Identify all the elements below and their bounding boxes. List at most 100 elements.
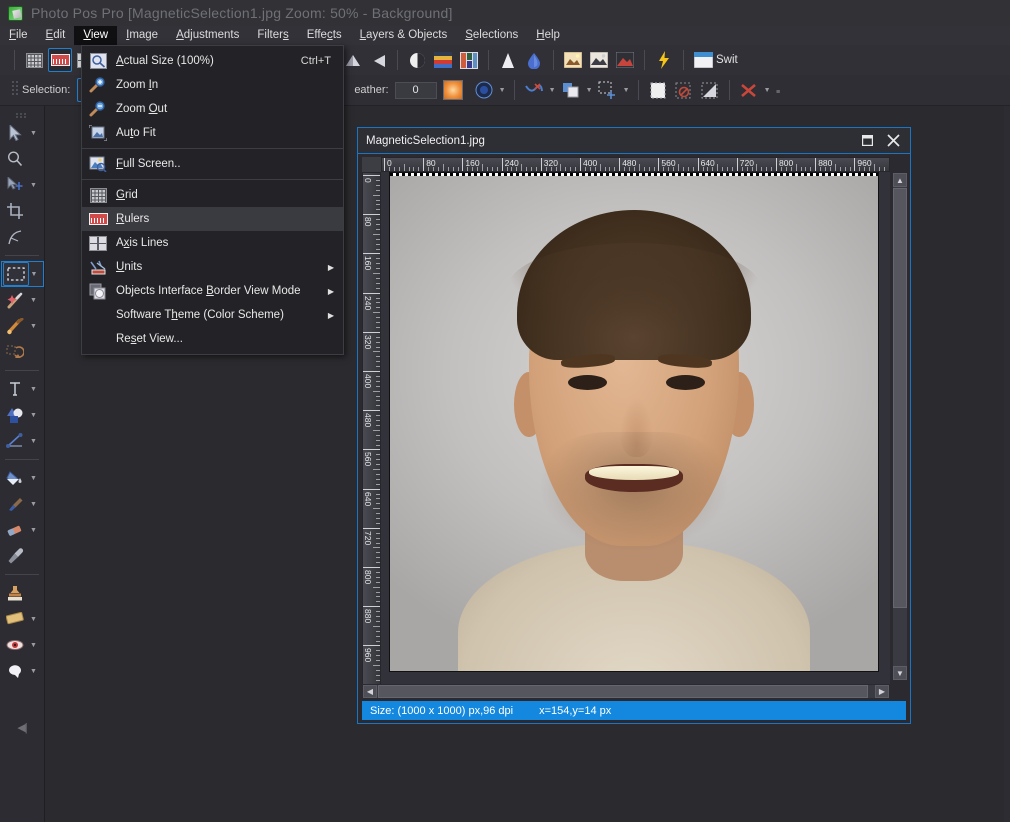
tool-paint-bucket[interactable]: ▼: [0, 465, 44, 491]
deselect-icon[interactable]: [672, 78, 696, 102]
shapes-icon[interactable]: [2, 403, 28, 427]
menu-item-auto-fit[interactable]: Auto Fit: [82, 121, 343, 145]
feather-input[interactable]: 0: [394, 81, 437, 99]
scroll-up-arrow[interactable]: ▲: [893, 173, 907, 187]
crop-icon[interactable]: [2, 199, 28, 223]
selection-combine-icon[interactable]: [559, 78, 583, 102]
tool-transform-selection[interactable]: [0, 339, 44, 365]
tool-eraser-caret[interactable]: ▼: [30, 527, 37, 534]
color-bars-icon[interactable]: [431, 48, 455, 72]
horizontal-scroll-thumb[interactable]: [378, 685, 868, 698]
tool-crop[interactable]: [0, 198, 44, 224]
grid-icon[interactable]: [22, 48, 46, 72]
clear-selection-caret[interactable]: ▼: [762, 79, 773, 101]
scroll-down-arrow[interactable]: ▼: [893, 666, 907, 680]
tool-magic-wand[interactable]: ▼: [0, 287, 44, 313]
tool-object-select[interactable]: ▼: [0, 172, 44, 198]
tool-red-eye-caret[interactable]: ▼: [30, 642, 37, 649]
blur-drop-icon[interactable]: [496, 48, 520, 72]
horizontal-ruler[interactable]: 0 80 160 240 320 400 480 560 640 720 800 880 960: [381, 157, 890, 172]
tool-rect-sel-caret[interactable]: ▼: [31, 271, 38, 278]
magic-wand-icon[interactable]: [2, 288, 28, 312]
canvas-area[interactable]: [381, 172, 890, 697]
menu-item-reset-view[interactable]: Reset View...: [82, 327, 343, 351]
tool-sponge[interactable]: ▼: [0, 606, 44, 632]
window-icon[interactable]: [691, 48, 715, 72]
tool-brush[interactable]: ▼: [0, 491, 44, 517]
selection-style-icon[interactable]: [472, 78, 496, 102]
stamp-icon[interactable]: [2, 581, 28, 605]
anti-alias-caret[interactable]: ▼: [547, 79, 558, 101]
selection-combine-caret[interactable]: ▼: [584, 79, 595, 101]
foreground-color-swatch[interactable]: [442, 80, 463, 100]
tool-text[interactable]: ▼: [0, 376, 44, 402]
marquee-icon[interactable]: [2, 262, 29, 286]
vertical-ruler[interactable]: 0 80 160 240 320 400 480 560 640 720 800 880 960: [362, 172, 381, 697]
menu-file[interactable]: File: [0, 26, 37, 45]
object-move-icon[interactable]: [2, 173, 28, 197]
select-all-icon[interactable]: [646, 78, 670, 102]
clear-selection-icon[interactable]: [737, 78, 761, 102]
switch-workspace-label[interactable]: Swit: [716, 54, 738, 66]
tool-red-eye[interactable]: ▼: [0, 632, 44, 658]
tool-sponge-caret[interactable]: ▼: [30, 616, 37, 623]
transform-selection-icon[interactable]: [2, 340, 28, 364]
toolbox-drag-handle[interactable]: [15, 112, 29, 118]
arrow-cursor-icon[interactable]: [2, 121, 28, 145]
image-effect-icon[interactable]: [561, 48, 585, 72]
scroll-right-arrow[interactable]: ▶: [875, 685, 889, 698]
menu-item-axis-lines[interactable]: Axis Lines: [82, 231, 343, 255]
image-frame-icon[interactable]: [587, 48, 611, 72]
lightning-icon[interactable]: [652, 48, 676, 72]
sponge-icon[interactable]: [2, 607, 28, 631]
tool-eraser[interactable]: ▼: [0, 517, 44, 543]
menu-item-units[interactable]: Units ▶: [82, 255, 343, 279]
water-drop-icon[interactable]: [522, 48, 546, 72]
overflow-caret[interactable]: ≡: [773, 81, 784, 103]
smudge-icon[interactable]: [2, 659, 28, 683]
tool-text-caret[interactable]: ▼: [30, 386, 37, 393]
menu-item-zoom-in[interactable]: Zoom In: [82, 73, 343, 97]
tool-smudge-caret[interactable]: ▼: [30, 668, 37, 675]
move-selection-caret[interactable]: ▼: [621, 79, 632, 101]
menu-item-zoom-out[interactable]: Zoom Out: [82, 97, 343, 121]
tool-magnetic-caret[interactable]: ▼: [30, 323, 37, 330]
tool-eyedropper[interactable]: [0, 543, 44, 569]
menu-layers-objects[interactable]: Layers & Objects: [351, 26, 457, 45]
menu-item-software-theme[interactable]: Software Theme (Color Scheme) ▶: [82, 303, 343, 327]
tool-zoom[interactable]: [0, 146, 44, 172]
selection-style-caret[interactable]: ▼: [497, 79, 508, 101]
vertical-scrollbar[interactable]: ▲ ▼: [892, 172, 908, 681]
menu-effects[interactable]: Effects: [298, 26, 351, 45]
line-node-icon[interactable]: [2, 429, 28, 453]
menu-help[interactable]: Help: [527, 26, 569, 45]
tool-shape-caret[interactable]: ▼: [30, 412, 37, 419]
tool-line-caret[interactable]: ▼: [30, 438, 37, 445]
menu-edit[interactable]: Edit: [37, 26, 75, 45]
red-eye-icon[interactable]: [2, 633, 28, 657]
image-filter-icon[interactable]: [613, 48, 637, 72]
menu-item-rulers[interactable]: Rulers: [82, 207, 343, 231]
tool-brush-caret[interactable]: ▼: [30, 501, 37, 508]
invert-selection-icon[interactable]: [698, 78, 722, 102]
menu-view[interactable]: View: [74, 26, 118, 45]
text-icon[interactable]: [2, 377, 28, 401]
menu-item-actual-size[interactable]: Actual Size (100%) Ctrl+T: [82, 49, 343, 73]
tool-smudge[interactable]: ▼: [0, 658, 44, 684]
tool-line[interactable]: ▼: [0, 428, 44, 454]
tool-curve[interactable]: [0, 224, 44, 250]
contrast-icon[interactable]: [405, 48, 429, 72]
tool-rectangular-selection[interactable]: ▼: [0, 261, 44, 287]
scroll-left-arrow[interactable]: ◀: [363, 685, 377, 698]
eraser-icon[interactable]: [2, 518, 28, 542]
tool-clone-stamp[interactable]: [0, 580, 44, 606]
curve-icon[interactable]: [2, 225, 28, 249]
tool-move[interactable]: ▼: [0, 120, 44, 146]
color-balance-icon[interactable]: [457, 48, 481, 72]
flip-vertical-icon[interactable]: [366, 48, 390, 72]
close-icon[interactable]: [880, 130, 906, 152]
maximize-icon[interactable]: [854, 130, 880, 152]
eyedropper-icon[interactable]: [2, 544, 28, 568]
rulers-icon[interactable]: [48, 48, 72, 72]
menu-filters[interactable]: Filters: [248, 26, 297, 45]
